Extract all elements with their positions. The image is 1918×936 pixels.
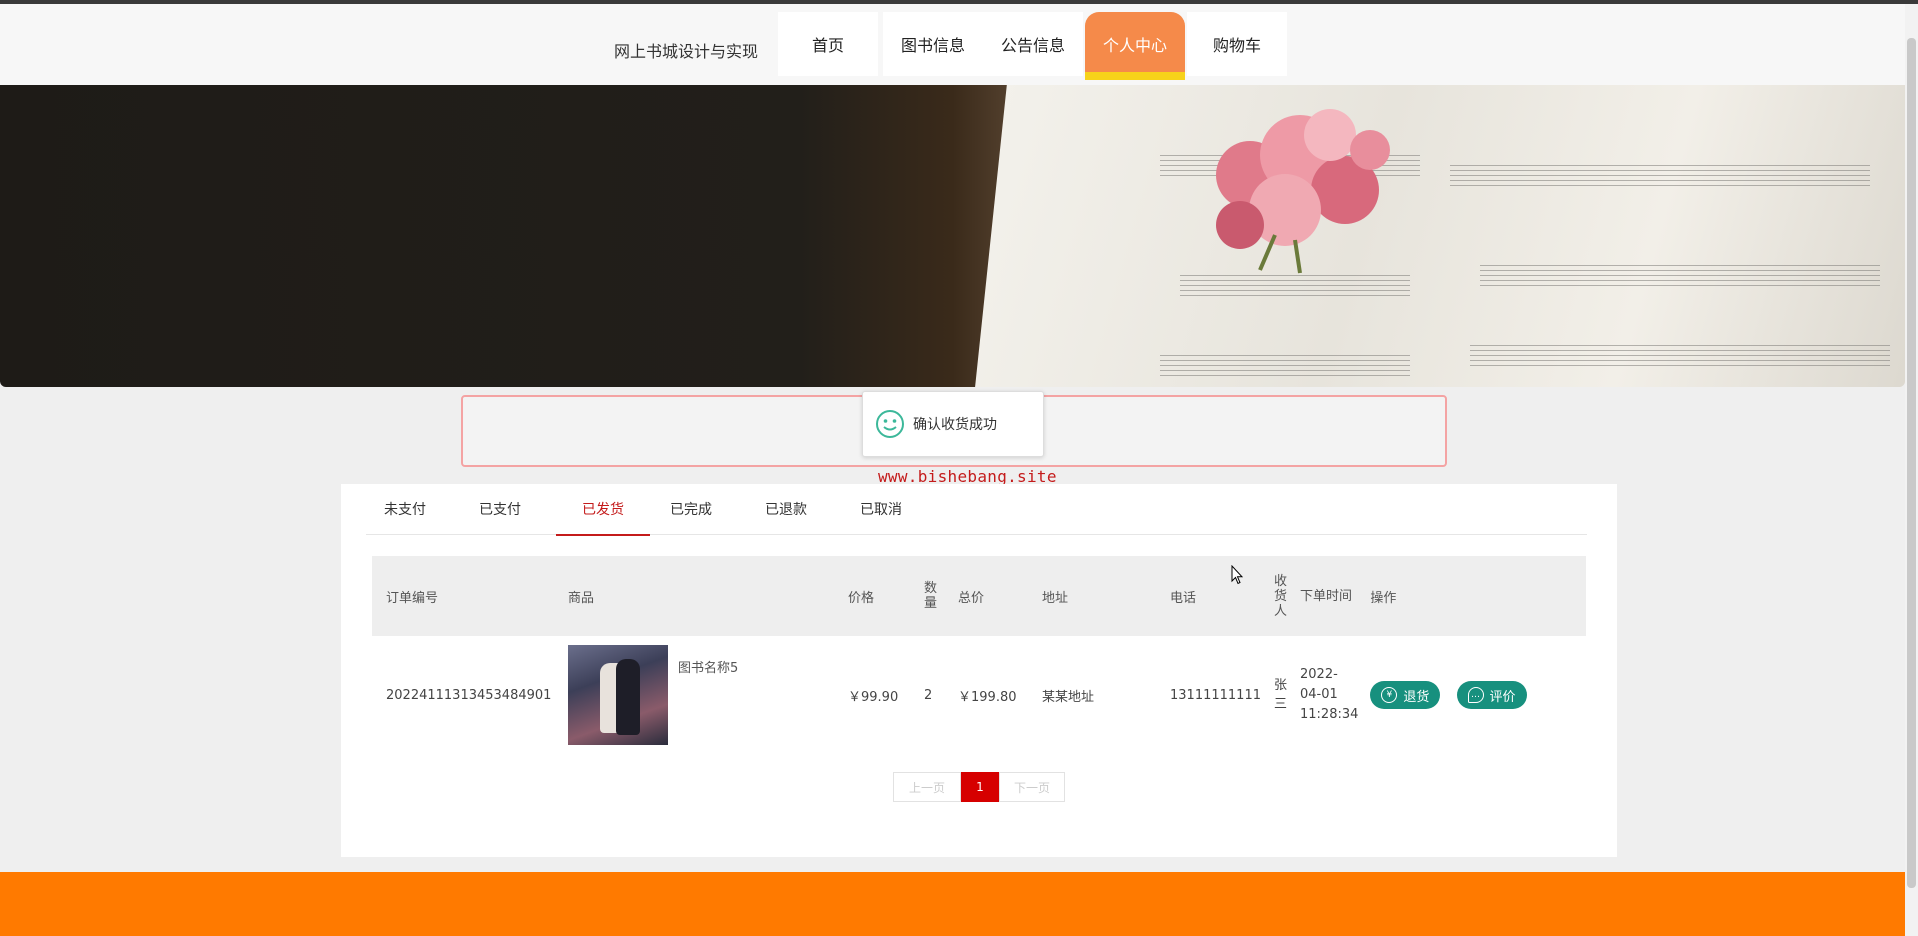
col-order-no: 订单编号 (386, 590, 439, 606)
banner-book-image (971, 85, 1905, 387)
cell-product: 图书名称5 (562, 636, 842, 754)
hero-banner (0, 85, 1905, 387)
site-title: 网上书城设计与实现 (614, 42, 759, 61)
scrollbar-thumb[interactable] (1907, 38, 1916, 888)
col-total: 总价 (958, 590, 985, 606)
nav-personal-center[interactable]: 个人中心 (1085, 12, 1185, 80)
staff-line (1160, 355, 1410, 356)
tab-shipped[interactable]: 已发货 (556, 484, 650, 536)
staff-line (1450, 175, 1870, 176)
nav-home[interactable]: 首页 (778, 12, 878, 76)
cell-phone: 13111111111 (1170, 687, 1261, 703)
yen-icon: ¥ (1381, 687, 1398, 703)
next-page-button[interactable]: 下一页 (999, 772, 1065, 802)
staff-line (1480, 275, 1880, 276)
site-footer (0, 872, 1905, 936)
tab-unpaid[interactable]: 未支付 (366, 484, 444, 534)
staff-line (1450, 185, 1870, 186)
col-order-time: 下单时间 (1300, 588, 1353, 604)
staff-line (1470, 350, 1890, 351)
staff-line (1450, 165, 1870, 166)
table-header-row: 订单编号 商品 价格 数量 总价 地址 电话 收货人 下单时间 操作 (372, 556, 1586, 636)
tab-paid[interactable]: 已支付 (461, 484, 539, 534)
toast-message: 确认收货成功 (862, 391, 1044, 457)
staff-line (1450, 170, 1870, 171)
staff-line (1480, 265, 1880, 266)
staff-line (1470, 345, 1890, 346)
book-cover-image[interactable] (568, 645, 668, 745)
col-quantity: 数量 (924, 581, 938, 611)
orders-table: 订单编号 商品 价格 数量 总价 地址 电话 收货人 下单时间 操作 20224… (372, 556, 1586, 754)
nav-notices[interactable]: 公告信息 (983, 12, 1083, 76)
prev-page-button[interactable]: 上一页 (893, 772, 961, 802)
staff-line (1450, 180, 1870, 181)
col-product: 商品 (568, 590, 595, 606)
orders-panel: 未支付 已支付 已发货 已完成 已退款 已取消 订单编号 商品 价格 数量 总价… (341, 484, 1617, 857)
smile-icon (876, 410, 904, 438)
staff-line (1180, 285, 1410, 286)
nav-books[interactable]: 图书信息 (883, 12, 983, 76)
banner-flowers-image (1216, 109, 1390, 274)
cell-quantity: 2 (924, 687, 933, 703)
cell-actions: ¥ 退货 … 评价 (1364, 636, 1586, 754)
review-button[interactable]: … 评价 (1456, 681, 1527, 709)
order-status-tabs: 未支付 已支付 已发货 已完成 已退款 已取消 (366, 484, 1587, 536)
site-header: 网上书城设计与实现 首页 图书信息 公告信息 个人中心 购物车 (0, 4, 1905, 85)
tab-completed[interactable]: 已完成 (652, 484, 730, 534)
tab-refunded[interactable]: 已退款 (747, 484, 825, 534)
cell-order-time: 2022-04-01 11:28:34 (1300, 667, 1359, 722)
staff-line (1180, 275, 1410, 276)
cell-price: ￥99.90 (848, 689, 899, 705)
staff-line (1480, 280, 1880, 281)
col-actions: 操作 (1370, 590, 1397, 606)
page-scrollbar[interactable] (1905, 4, 1918, 936)
mouse-cursor-icon (1231, 565, 1243, 585)
return-button[interactable]: ¥ 退货 (1370, 681, 1441, 709)
staff-line (1470, 360, 1890, 361)
cell-total: ￥199.80 (958, 689, 1017, 705)
col-receiver: 收货人 (1274, 573, 1288, 619)
staff-line (1160, 360, 1410, 361)
product-name[interactable]: 图书名称5 (678, 657, 738, 676)
staff-line (1160, 365, 1410, 366)
tab-cancelled[interactable]: 已取消 (842, 484, 920, 534)
cell-order-no: 20224111313453484901 (386, 687, 552, 703)
staff-line (1180, 290, 1410, 291)
review-button-label: 评价 (1489, 689, 1516, 705)
cell-receiver: 张三 (1274, 678, 1288, 712)
staff-line (1180, 295, 1410, 296)
col-address: 地址 (1042, 590, 1069, 606)
staff-line (1180, 280, 1410, 281)
staff-line (1480, 270, 1880, 271)
staff-line (1160, 375, 1410, 376)
staff-line (1470, 365, 1890, 366)
cell-address: 某某地址 (1042, 689, 1095, 705)
col-phone: 电话 (1170, 590, 1197, 606)
table-row: 20224111313453484901 图书名称5 ￥99.90 2 ￥199… (372, 636, 1586, 754)
nav-active-indicator (1085, 72, 1185, 80)
staff-line (1470, 355, 1890, 356)
page-1-button[interactable]: 1 (961, 772, 999, 802)
nav-personal-center-label: 个人中心 (1102, 36, 1167, 55)
staff-line (1160, 370, 1410, 371)
nav-cart[interactable]: 购物车 (1187, 12, 1287, 76)
col-price: 价格 (848, 590, 875, 606)
pagination: 上一页 1 下一页 (893, 772, 1065, 802)
staff-line (1480, 285, 1880, 286)
comment-icon: … (1467, 687, 1484, 703)
toast-text: 确认收货成功 (913, 417, 997, 433)
return-button-label: 退货 (1403, 689, 1430, 705)
